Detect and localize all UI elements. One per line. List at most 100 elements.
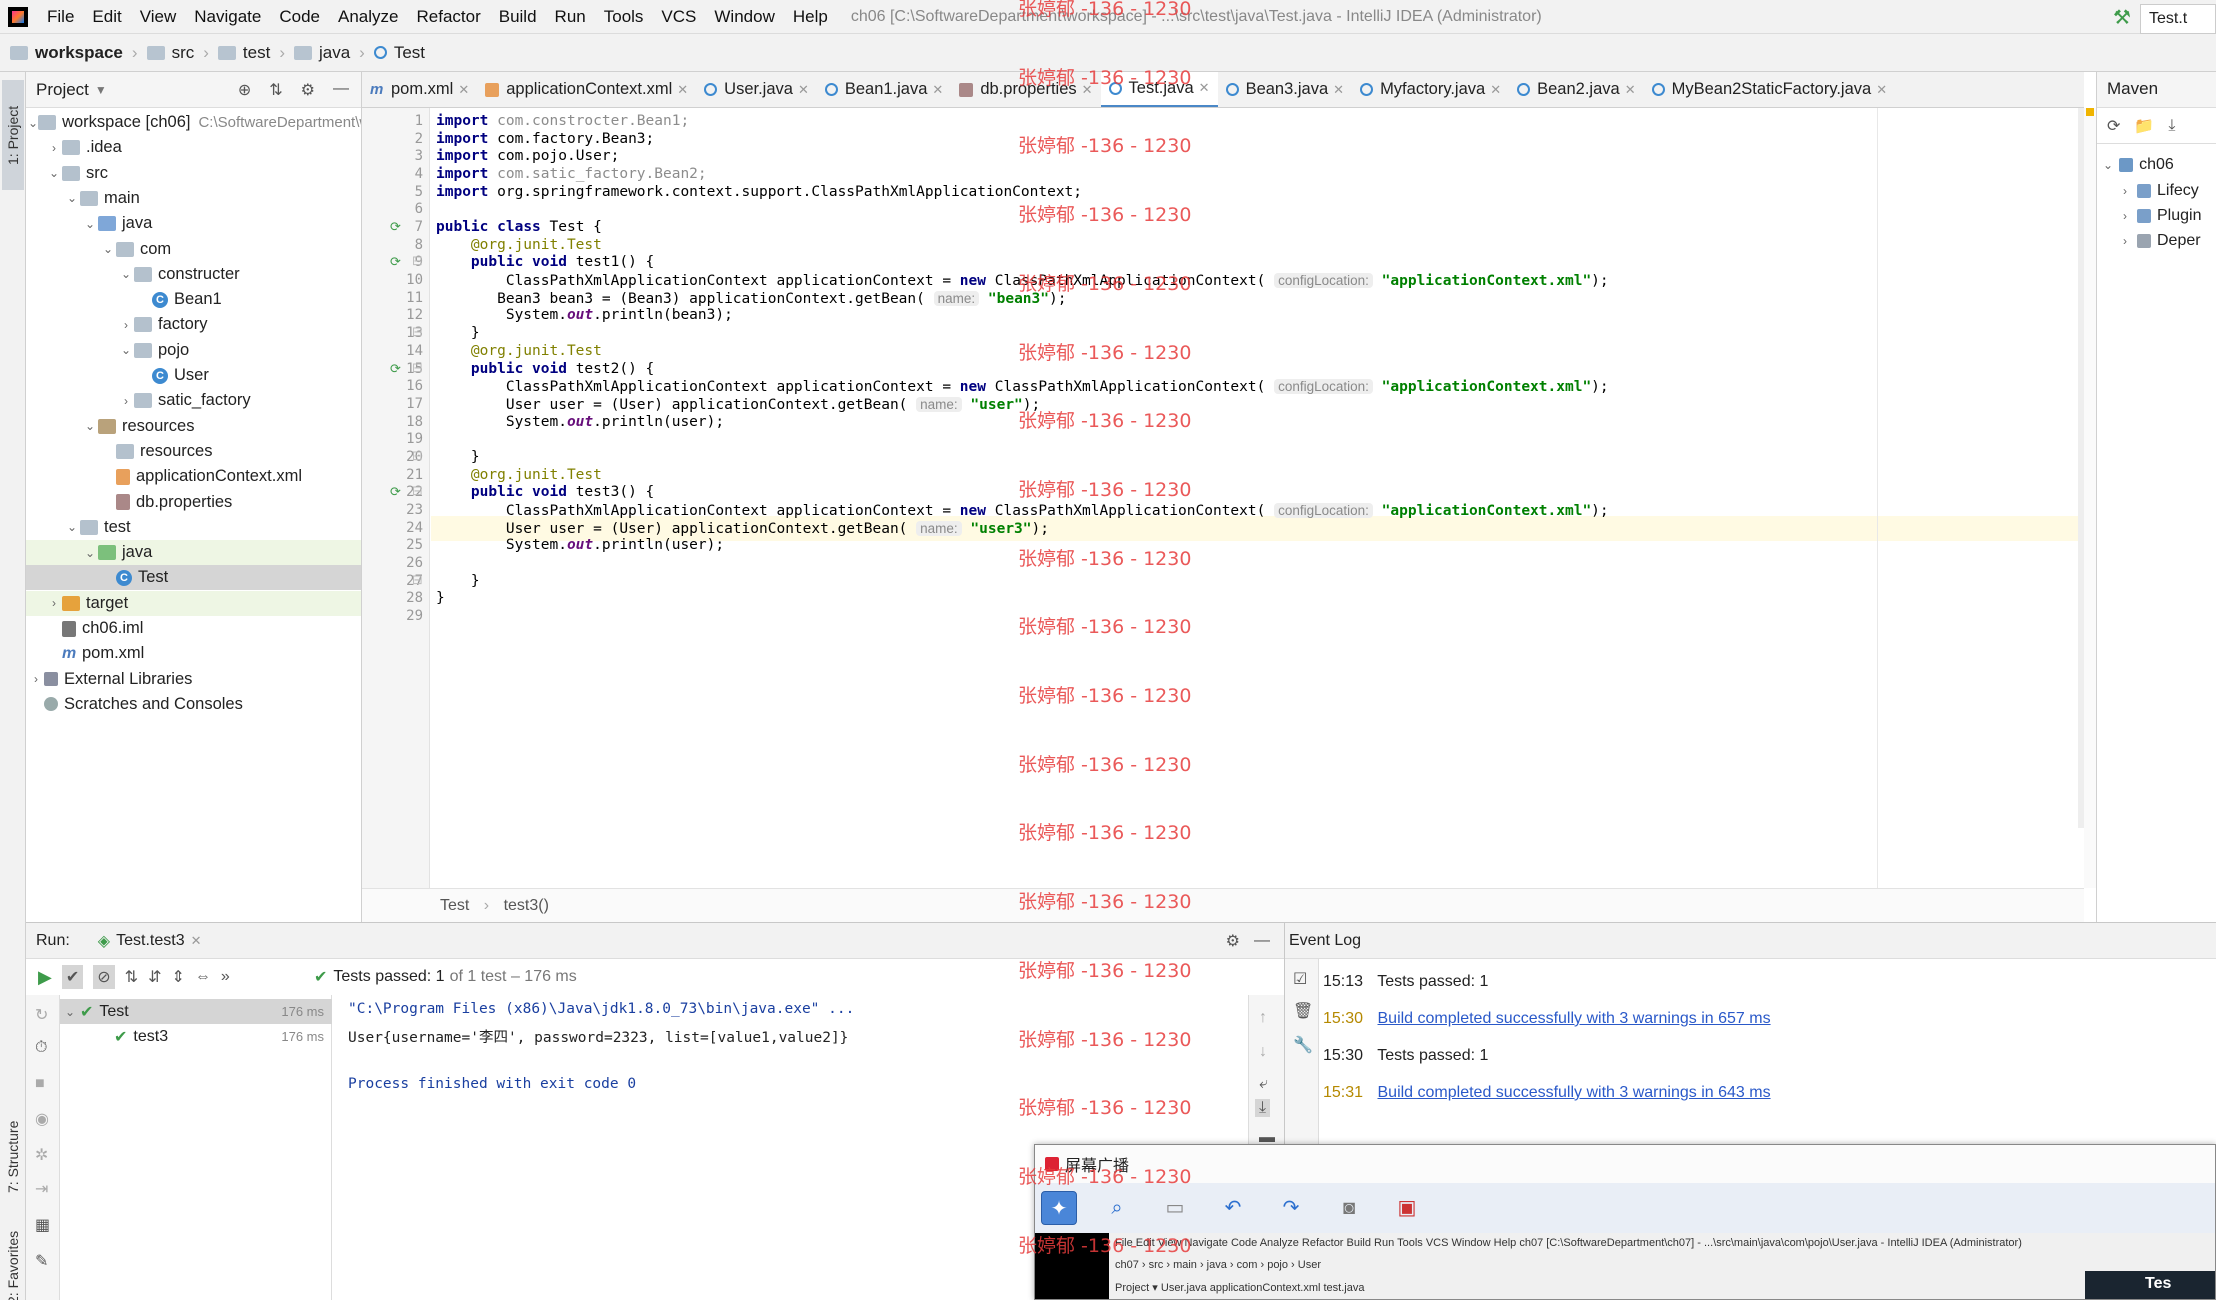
tree-node[interactable]: C User <box>26 363 361 388</box>
test-row-class[interactable]: ⌄ ✔ Test 176 ms <box>60 999 332 1024</box>
close-icon[interactable]: ✕ <box>1199 80 1210 96</box>
tree-node[interactable]: m pom.xml <box>26 641 361 666</box>
down-arrow-icon[interactable]: ↓ <box>1259 1043 1267 1061</box>
chevron-right-icon[interactable]: › <box>118 318 134 332</box>
run-gutter-icon[interactable]: ⟳ <box>390 254 404 269</box>
tree-node[interactable]: C Test <box>26 565 361 591</box>
pin-icon[interactable]: ✦ <box>1041 1191 1077 1225</box>
maven-item-lifecycle[interactable]: › Lifecy <box>2123 178 2199 203</box>
tree-node[interactable]: ⌄ com <box>26 237 361 262</box>
hide-icon[interactable]: — <box>333 80 349 100</box>
soft-wrap-icon[interactable]: ⤶ <box>1259 1075 1268 1093</box>
breadcrumb-class[interactable]: Test <box>440 897 469 914</box>
tree-node[interactable]: ⌄ constructer <box>26 262 361 287</box>
sort-duration-icon[interactable]: ⇵ <box>148 967 161 987</box>
test-row-method[interactable]: ✔ test3 176 ms <box>60 1024 332 1049</box>
redo-icon[interactable]: ↷ <box>1273 1191 1309 1225</box>
tree-node[interactable]: ⌄ workspace [ch06] C:\SoftwareDepartment\w <box>26 110 361 135</box>
chevron-down-icon[interactable]: ⌄ <box>82 546 98 560</box>
menu-item-code[interactable]: Code <box>270 7 329 27</box>
menu-item-vcs[interactable]: VCS <box>652 7 705 27</box>
collapse-all-icon[interactable]: ⇔ <box>195 968 211 986</box>
chevron-right-icon[interactable]: › <box>118 394 134 408</box>
editor-tab-db-properties[interactable]: db.properties ✕ <box>951 72 1100 107</box>
tree-node[interactable]: ch06.iml <box>26 616 361 641</box>
monitor-icon[interactable]: ▣ <box>1389 1191 1425 1225</box>
stop-icon[interactable]: ■ <box>35 1075 45 1093</box>
warning-marker[interactable] <box>2086 108 2094 116</box>
maven-root[interactable]: ⌄ ch06 <box>2103 152 2174 177</box>
reload-icon[interactable]: ⟳ <box>2107 116 2120 136</box>
editor-tab-bean3-java[interactable]: Bean3.java ✕ <box>1218 72 1352 107</box>
tree-node[interactable]: C Bean1 <box>26 287 361 312</box>
camera-icon[interactable]: ◙ <box>1331 1191 1367 1225</box>
close-icon[interactable]: ✕ <box>1876 82 1887 98</box>
chevron-down-icon[interactable]: ⌄ <box>60 1005 80 1019</box>
up-arrow-icon[interactable]: ↑ <box>1259 1009 1267 1027</box>
close-icon[interactable]: ✕ <box>798 82 809 98</box>
chevron-down-icon[interactable]: ⌄ <box>64 520 80 534</box>
breadcrumb-method[interactable]: test3() <box>504 897 549 914</box>
add-maven-project-icon[interactable]: 📁 <box>2134 116 2154 136</box>
trash-icon[interactable]: 🗑 <box>1293 1001 1313 1021</box>
gear-icon[interactable]: ⚙ <box>1226 931 1240 951</box>
chevron-down-icon[interactable]: ⌄ <box>82 419 98 433</box>
build-hammer-icon[interactable]: ⚒ <box>2108 4 2136 32</box>
tree-node[interactable]: ⌄ resources <box>26 414 361 439</box>
fold-icon[interactable]: ⊟ <box>412 448 426 463</box>
download-icon[interactable]: ⤓ <box>2168 117 2175 135</box>
editor-tab-mybean2staticfactory-java[interactable]: MyBean2StaticFactory.java ✕ <box>1644 72 1896 107</box>
close-icon[interactable]: ✕ <box>458 82 469 98</box>
tree-node[interactable]: ⌄ main <box>26 186 361 211</box>
chevron-down-icon[interactable]: ⌄ <box>2103 158 2113 172</box>
tree-node[interactable]: ⌄ src <box>26 161 361 186</box>
scroll-to-end-icon[interactable]: ⤓ <box>1255 1099 1271 1117</box>
maven-item-plugins[interactable]: › Plugin <box>2123 203 2201 228</box>
menu-item-tools[interactable]: Tools <box>595 7 653 27</box>
close-icon[interactable]: ✕ <box>677 82 688 98</box>
chevron-right-icon[interactable]: › <box>2123 209 2127 223</box>
editor-tab-pom-xml[interactable]: m pom.xml ✕ <box>362 72 477 107</box>
layout-icon[interactable]: ▦ <box>35 1215 50 1235</box>
more-icon[interactable]: » <box>221 968 230 986</box>
broadcast-titlebar[interactable]: 屏幕广播 <box>1035 1145 2215 1183</box>
import-icon[interactable]: ⇥ <box>35 1179 48 1199</box>
editor-tab-bean1-java[interactable]: Bean1.java ✕ <box>817 72 951 107</box>
chevron-down-icon[interactable]: ⌄ <box>64 191 80 205</box>
rerun-icon[interactable]: ▶ <box>38 967 52 988</box>
camera-icon[interactable]: ◉ <box>35 1109 49 1129</box>
run-tab[interactable]: ◈ Test.test3 ✕ <box>98 931 202 951</box>
breadcrumb-item[interactable]: test <box>217 43 270 63</box>
menu-item-run[interactable]: Run <box>546 7 595 27</box>
breadcrumb-item[interactable]: Test <box>373 43 425 63</box>
mark-read-icon[interactable]: ☑ <box>1293 969 1307 989</box>
chevron-right-icon[interactable]: › <box>28 672 44 686</box>
tree-node[interactable]: › External Libraries <box>26 667 361 692</box>
project-view-selector[interactable]: Project <box>36 80 89 100</box>
breadcrumb-item[interactable]: workspace <box>10 43 123 63</box>
event-link[interactable]: Build completed successfully with 3 warn… <box>1378 1010 1771 1027</box>
tree-node[interactable]: › target <box>26 590 361 616</box>
editor-tab-user-java[interactable]: User.java ✕ <box>696 72 817 107</box>
wrench-icon[interactable]: 🔧 <box>1293 1035 1313 1055</box>
maven-item-dependencies[interactable]: › Deper <box>2123 228 2201 253</box>
tree-node[interactable]: ⌄ test <box>26 515 361 540</box>
toggle-auto-test-icon[interactable]: ⏱ <box>35 1039 47 1057</box>
run-gutter-icon[interactable]: ⟳ <box>390 361 404 376</box>
tree-node[interactable]: applicationContext.xml <box>26 464 361 489</box>
menu-item-view[interactable]: View <box>131 7 186 27</box>
error-stripe[interactable] <box>2084 108 2096 888</box>
chevron-right-icon[interactable]: › <box>46 596 62 610</box>
tool-tab-structure[interactable]: 7: Structure <box>2 1102 24 1212</box>
pin-icon[interactable]: ✎ <box>35 1251 48 1271</box>
hide-icon[interactable]: — <box>1254 932 1270 950</box>
rerun-failed-icon[interactable]: ↻ <box>35 1005 48 1025</box>
menu-item-build[interactable]: Build <box>490 7 546 27</box>
tree-node[interactable]: ⌄ pojo <box>26 338 361 363</box>
breadcrumb-item[interactable]: java <box>293 43 350 63</box>
fold-icon[interactable]: ⊟ <box>412 360 426 375</box>
tree-node[interactable]: ⌄ java <box>26 540 361 566</box>
show-passed-icon[interactable]: ✔ <box>61 965 84 989</box>
tree-node[interactable]: › .idea <box>26 135 361 160</box>
close-icon[interactable]: ✕ <box>1625 82 1636 98</box>
